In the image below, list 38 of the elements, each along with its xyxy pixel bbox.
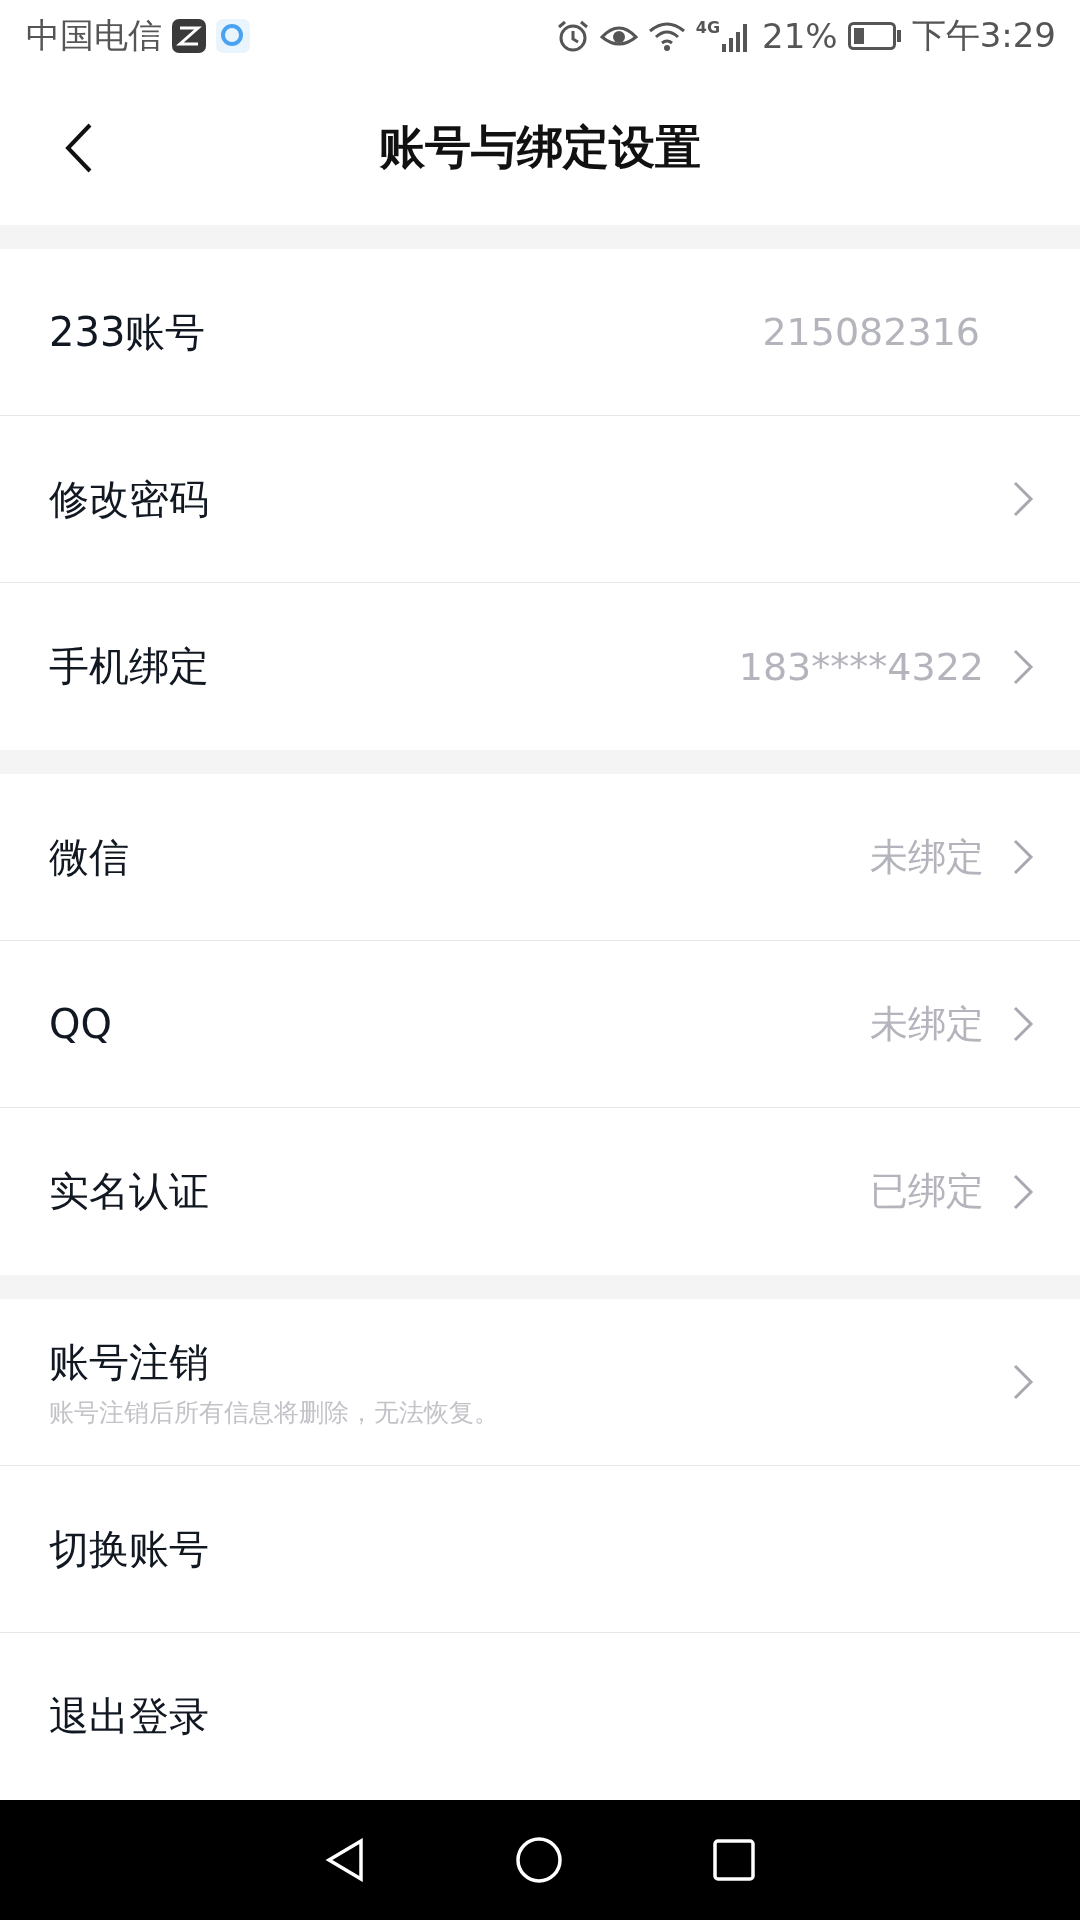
row-label: 实名认证: [49, 1167, 210, 1216]
row-label: 微信: [49, 832, 130, 882]
settings-row[interactable]: 微信 未绑定: [0, 774, 1080, 941]
back-icon[interactable]: [64, 122, 94, 175]
settings-row[interactable]: 实名认证 已绑定: [0, 1108, 1080, 1275]
settings-row[interactable]: QQ 未绑定: [0, 941, 1080, 1108]
row-subtitle: 账号注销后所有信息将删除，无法恢复。: [49, 1397, 500, 1429]
home-nav-icon[interactable]: [515, 1836, 563, 1884]
settings-row[interactable]: 退出登录: [0, 1633, 1080, 1800]
settings-row[interactable]: 233账号 215082316: [0, 249, 1080, 416]
alarm-icon: [555, 18, 590, 53]
row-value: 未绑定: [870, 1000, 984, 1048]
battery-percent: 21%: [762, 15, 838, 56]
row-value: 已绑定: [870, 1168, 984, 1215]
row-value: 未绑定: [870, 833, 984, 881]
row-label: QQ: [49, 1001, 113, 1047]
browser-icon: [216, 18, 250, 53]
back-nav-icon[interactable]: [325, 1838, 365, 1882]
network-type: 4G: [695, 18, 721, 37]
row-label: 手机绑定: [49, 642, 210, 691]
page-title: 账号与绑定设置: [379, 119, 701, 177]
row-label: 233账号: [49, 307, 207, 357]
row-value: 215082316: [762, 310, 980, 354]
row-value: 183****4322: [738, 644, 984, 689]
carrier-name: 中国电信: [26, 13, 162, 57]
settings-row[interactable]: 修改密码: [0, 416, 1080, 583]
settings-row[interactable]: 账号注销 账号注销后所有信息将删除，无法恢复。: [0, 1299, 1080, 1466]
row-label: 账号注销: [49, 1338, 210, 1387]
settings-row[interactable]: 切换账号: [0, 1466, 1080, 1633]
settings-row[interactable]: 手机绑定 183****4322: [0, 583, 1080, 750]
battery-icon: [847, 21, 902, 50]
row-label: 修改密码: [49, 474, 210, 524]
row-label: 退出登录: [49, 1692, 210, 1741]
app-icon: [172, 18, 206, 53]
clock-time: 下午3:29: [911, 13, 1056, 57]
wifi-icon: [647, 20, 686, 51]
row-label: 切换账号: [49, 1524, 210, 1574]
recents-nav-icon[interactable]: [713, 1839, 755, 1881]
